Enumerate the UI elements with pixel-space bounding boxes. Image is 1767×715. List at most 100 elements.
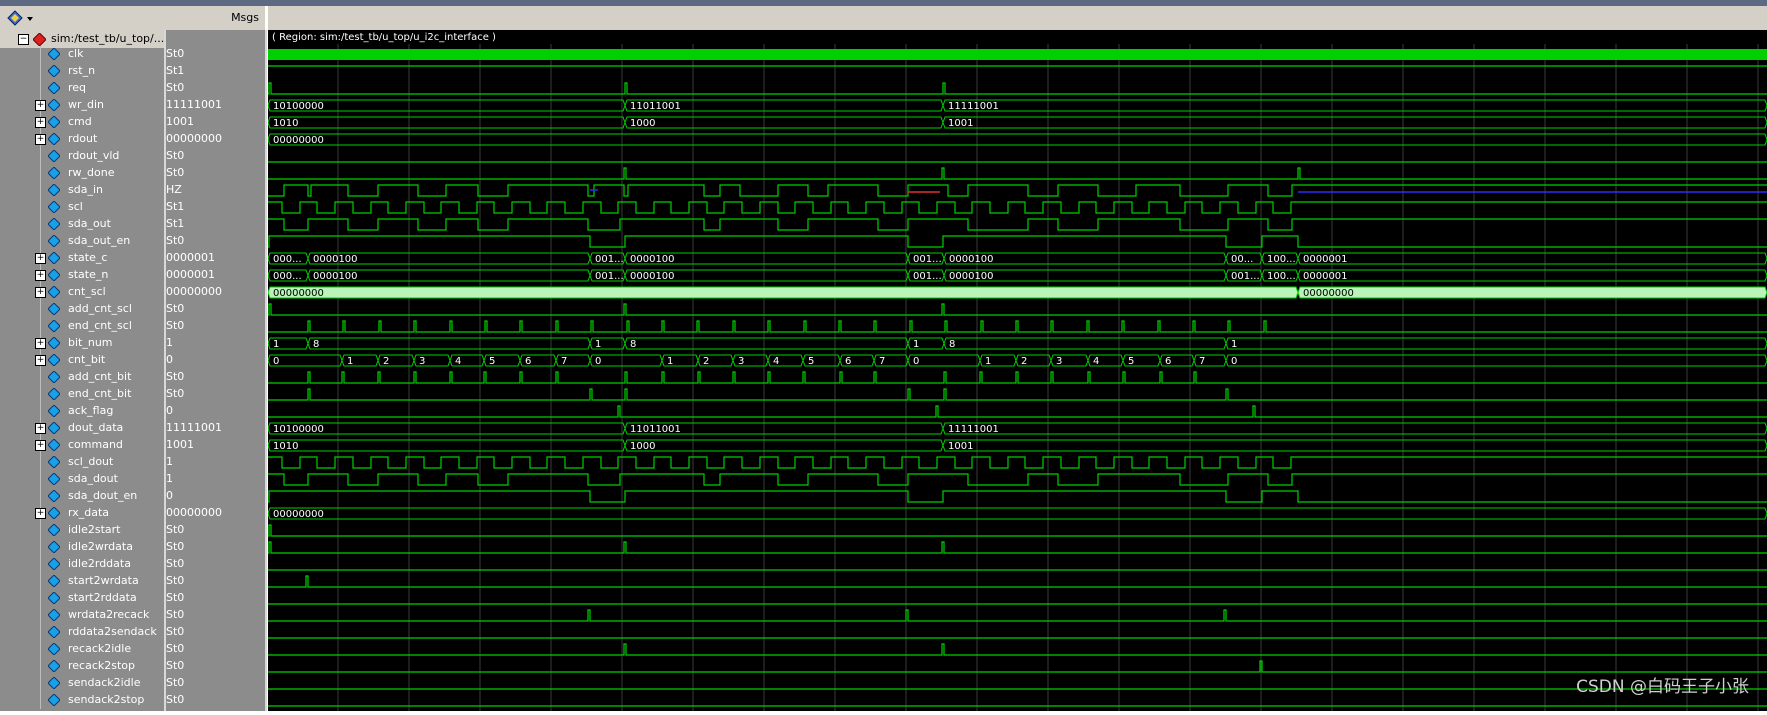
signal-row-sda-out-en[interactable]: sda_out_en St0 (0, 233, 265, 250)
signal-row-req[interactable]: req St0 (0, 80, 265, 97)
tree-connector (40, 590, 41, 607)
expand-icon[interactable]: + (35, 134, 46, 145)
signal-value: St0 (166, 149, 185, 162)
signal-diamond-icon (48, 252, 60, 264)
bus-label: 1000 (630, 441, 655, 452)
waveform-canvas[interactable]: 10100000 11011001 111110011010 1000 10010000… (267, 30, 1767, 711)
tree-connector (40, 199, 41, 216)
signal-value: St0 (166, 81, 185, 94)
signal-value: St0 (166, 523, 185, 536)
signal-row-clk[interactable]: clk St0 (0, 46, 265, 63)
signal-row-dout-data[interactable]: + dout_data 11111001 (0, 420, 265, 437)
signal-row-wr-din[interactable]: + wr_din 11111001 (0, 97, 265, 114)
expand-icon[interactable]: + (35, 253, 46, 264)
signal-row-sda-out[interactable]: sda_out St1 (0, 216, 265, 233)
signal-row-rw-done[interactable]: rw_done St0 (0, 165, 265, 182)
bus-label: 0000001 (1303, 271, 1348, 282)
signal-row-start2rddata[interactable]: start2rddata St0 (0, 590, 265, 607)
bus-label: 11011001 (630, 424, 681, 435)
signal-row-end-cnt-bit[interactable]: end_cnt_bit St0 (0, 386, 265, 403)
bus-label: 1 (667, 356, 673, 367)
signal-row-command[interactable]: + command 1001 (0, 437, 265, 454)
wave-trace (268, 490, 1767, 503)
expand-icon[interactable]: + (35, 287, 46, 298)
signal-name: sda_out_en (68, 234, 131, 247)
signal-row-recack2idle[interactable]: recack2idle St0 (0, 641, 265, 658)
wave-tool-icon[interactable] (6, 9, 36, 27)
signal-name: recack2stop (68, 659, 136, 672)
wave-trace (268, 524, 1767, 537)
signal-diamond-icon (48, 354, 60, 366)
signal-row-ack-flag[interactable]: ack_flag 0 (0, 403, 265, 420)
expand-icon[interactable]: + (35, 423, 46, 434)
signal-row-rddata2sendack[interactable]: rddata2sendack St0 (0, 624, 265, 641)
signal-name: command (68, 438, 123, 451)
signal-row-rst-n[interactable]: rst_n St1 (0, 63, 265, 80)
signal-diamond-icon (48, 694, 60, 706)
signal-row-wrdata2recack[interactable]: wrdata2recack St0 (0, 607, 265, 624)
signal-row-rdout-vld[interactable]: rdout_vld St0 (0, 148, 265, 165)
signal-row-sendack2idle[interactable]: sendack2idle St0 (0, 675, 265, 692)
signal-row-state-c[interactable]: + state_c 0000001 (0, 250, 265, 267)
signal-row-rx-data[interactable]: + rx_data 00000000 (0, 505, 265, 522)
signal-row-scl[interactable]: scl St1 (0, 199, 265, 216)
signal-row-cmd[interactable]: + cmd 1001 (0, 114, 265, 131)
signal-diamond-icon (48, 269, 60, 281)
signal-diamond-icon (48, 116, 60, 128)
tree-connector (40, 386, 41, 403)
signal-row-start2wrdata[interactable]: start2wrdata St0 (0, 573, 265, 590)
bus-label: 000... (273, 254, 302, 265)
wave-trace (268, 643, 1767, 656)
signal-row-idle2start[interactable]: idle2start St0 (0, 522, 265, 539)
bus-label: 0000100 (630, 271, 675, 282)
signal-name: cnt_scl (68, 285, 106, 298)
signal-row-sda-in[interactable]: sda_in HZ (0, 182, 265, 199)
signal-row-idle2wrdata[interactable]: idle2wrdata St0 (0, 539, 265, 556)
signal-row-idle2rddata[interactable]: idle2rddata St0 (0, 556, 265, 573)
expand-icon[interactable]: + (35, 338, 46, 349)
signal-row-sda-dout[interactable]: sda_dout 1 (0, 471, 265, 488)
signal-row-rdout[interactable]: + rdout 00000000 (0, 131, 265, 148)
bus-label: 1001 (948, 441, 973, 452)
instance-diamond-icon (33, 33, 46, 46)
collapse-icon[interactable]: − (18, 34, 29, 45)
signal-value: 1001 (166, 115, 194, 128)
tree-connector (40, 522, 41, 539)
bus-label: 00000000 (273, 509, 324, 520)
bus-label: 001... (595, 271, 624, 282)
expand-icon[interactable]: + (35, 100, 46, 111)
signal-row-bit-num[interactable]: + bit_num 1 (0, 335, 265, 352)
expand-icon[interactable]: + (35, 270, 46, 281)
signal-row-add-cnt-scl[interactable]: add_cnt_scl St0 (0, 301, 265, 318)
signal-value: St0 (166, 625, 185, 638)
signal-row-sendack2stop[interactable]: sendack2stop St0 (0, 692, 265, 709)
signal-row-sda-dout-en[interactable]: sda_dout_en 0 (0, 488, 265, 505)
signal-diamond-icon (48, 473, 60, 485)
signal-value: 1 (166, 455, 173, 468)
signal-name: cnt_bit (68, 353, 106, 366)
signal-row-cnt-bit[interactable]: + cnt_bit 0 (0, 352, 265, 369)
bus-label: 7 (1199, 356, 1205, 367)
expand-icon[interactable]: + (35, 355, 46, 366)
signal-diamond-icon (48, 660, 60, 672)
signal-value: St0 (166, 557, 185, 570)
signal-value: St0 (166, 608, 185, 621)
expand-icon[interactable]: + (35, 440, 46, 451)
bus-label: 0 (273, 356, 279, 367)
bus-label: 1010 (273, 118, 298, 129)
signal-row-add-cnt-bit[interactable]: add_cnt_bit St0 (0, 369, 265, 386)
bus-label: 0000100 (949, 254, 994, 265)
signal-row-scl-dout[interactable]: scl_dout 1 (0, 454, 265, 471)
signal-row-recack2stop[interactable]: recack2stop St0 (0, 658, 265, 675)
signal-row-cnt-scl[interactable]: + cnt_scl 00000000 (0, 284, 265, 301)
expand-icon[interactable]: + (35, 508, 46, 519)
bus-segment (1297, 286, 1767, 299)
tree-connector (40, 658, 41, 675)
signal-row-state-n[interactable]: + state_n 0000001 (0, 267, 265, 284)
bus-label: 11111001 (948, 424, 999, 435)
waveform-pane[interactable]: 10100000 11011001 11111001 1010 1000 1001 0000… (267, 30, 1767, 711)
watermark: CSDN @白码王子小张 (1576, 677, 1749, 697)
expand-icon[interactable]: + (35, 117, 46, 128)
bus-label: 5 (1128, 356, 1134, 367)
signal-row-end-cnt-scl[interactable]: end_cnt_scl St0 (0, 318, 265, 335)
